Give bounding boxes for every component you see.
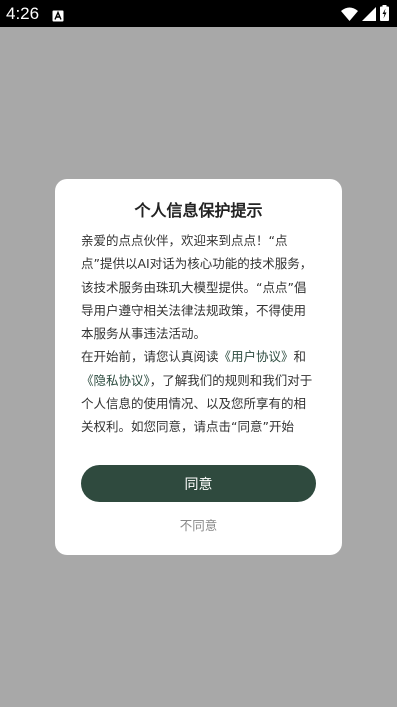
user-agreement-link[interactable]: 《用户协议》 [219,349,294,364]
agreement-and: 和 [293,349,307,365]
disagree-button[interactable]: 不同意 [55,515,342,534]
wifi-icon [341,6,358,25]
agree-button[interactable]: 同意 [81,465,316,502]
agreement-paragraph: 在开始前，请您认真阅读《用户协议》和《隐私协议》，了解我们的规则和我们对于个人信… [81,345,317,438]
agreement-prefix: 在开始前，请您认真阅读 [81,349,219,365]
privacy-agreement-link[interactable]: 《隐私协议》 [81,373,150,388]
dialog-body: 亲爱的点点伙伴，欢迎来到点点！“点点”提供以AI对话为核心功能的技术服务，该技术… [81,229,317,439]
status-time: 4:26 [6,4,40,23]
welcome-paragraph: 亲爱的点点伙伴，欢迎来到点点！“点点”提供以AI对话为核心功能的技术服务，该技术… [81,233,313,342]
notification-a-icon [52,7,64,22]
app-screen: 4:26 个人信息保护提示 亲爱的点点伙伴，欢迎来到点点！“点点”提供以AI对话… [0,0,397,707]
status-icons [341,5,389,25]
dialog-title: 个人信息保护提示 [134,201,263,220]
privacy-dialog: 个人信息保护提示 亲爱的点点伙伴，欢迎来到点点！“点点”提供以AI对话为核心功能… [55,179,342,555]
battery-charging-icon [380,5,389,25]
status-bar: 4:26 [0,0,397,27]
signal-icon [362,6,376,25]
